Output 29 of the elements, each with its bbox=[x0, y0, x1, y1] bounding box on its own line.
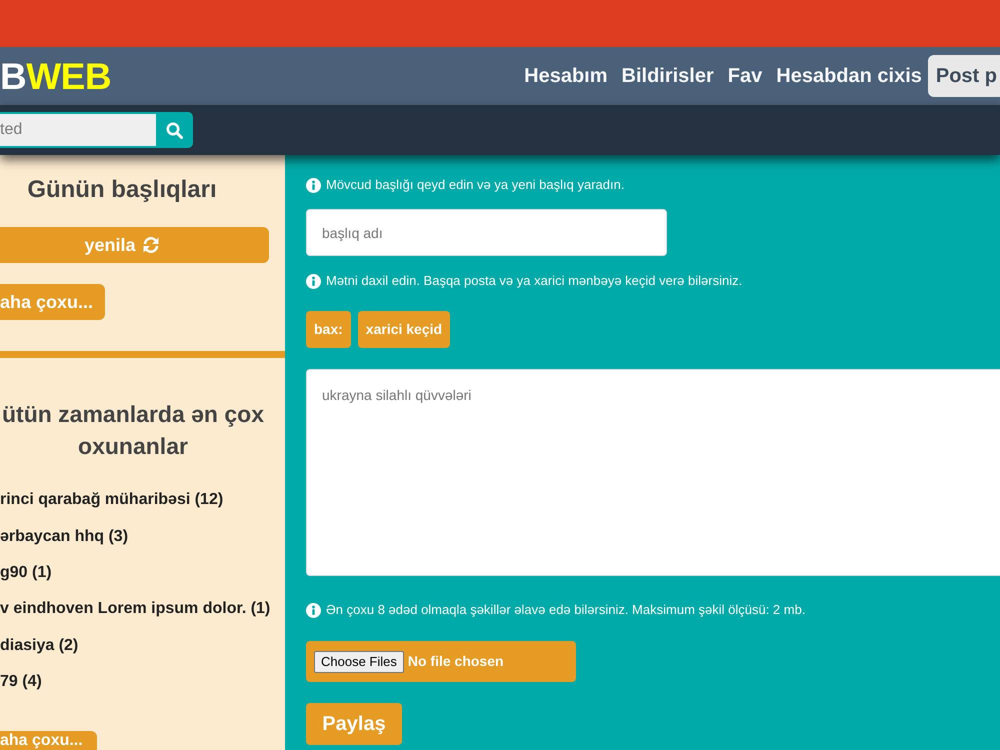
file-status-text: No file chosen bbox=[408, 652, 504, 671]
nav-link[interactable]: Hesabdan cixis bbox=[776, 61, 922, 91]
text-area-field[interactable]: ukrayna silahlı qüvvələri bbox=[306, 369, 1000, 576]
hint-text: Ən çoxu 8 ədəd olmaqla şəkillər əlavə edə bilərsiniz. Maksimum şəkil ölçüsü: 2 mb. bbox=[326, 601, 806, 620]
search-field[interactable]: ted bbox=[0, 112, 156, 148]
topic-link[interactable]: 79 (4) bbox=[0, 672, 42, 692]
nav-link[interactable]: Bildirisler bbox=[622, 61, 714, 91]
topic-link[interactable]: rinci qarabağ müharibəsi (12) bbox=[0, 490, 224, 510]
hint-text: Mövcud başlığı qeyd edin və ya yeni başlıq yaradın. bbox=[326, 176, 624, 194]
file-upload-field[interactable]: Choose Files No file chosen bbox=[306, 641, 576, 682]
refresh-icon bbox=[142, 236, 160, 254]
title-input-field[interactable]: başlıq adı bbox=[306, 209, 667, 256]
site-logo[interactable]: BWEB bbox=[0, 58, 112, 94]
search-icon bbox=[166, 122, 183, 138]
search-button[interactable] bbox=[156, 112, 193, 148]
section-title: ütün zamanlarda ən çox oxunanlar bbox=[0, 400, 265, 461]
topic-link[interactable]: v eindhoven Lorem ipsum dolor. (1) bbox=[0, 599, 270, 620]
nav-link[interactable]: Fav bbox=[728, 61, 762, 91]
info-icon bbox=[306, 178, 321, 192]
choose-files-button[interactable]: Choose Files bbox=[314, 650, 404, 672]
section-title: Günün başlıqları bbox=[27, 175, 217, 205]
topic-link[interactable]: diasiya (2) bbox=[0, 636, 78, 656]
info-icon bbox=[306, 274, 321, 288]
topic-link[interactable]: g90 (1) bbox=[0, 562, 52, 583]
nav-link[interactable]: Hesabım bbox=[524, 61, 608, 91]
hint-text: Mətni daxil edin. Başqa posta və ya xarici mənbəyə keçid verə bilərsiniz. bbox=[326, 272, 742, 290]
info-icon bbox=[306, 602, 321, 618]
topic-link[interactable]: ərbaycan hhq (3) bbox=[0, 526, 128, 547]
post-button[interactable]: Post p bbox=[928, 55, 1000, 97]
